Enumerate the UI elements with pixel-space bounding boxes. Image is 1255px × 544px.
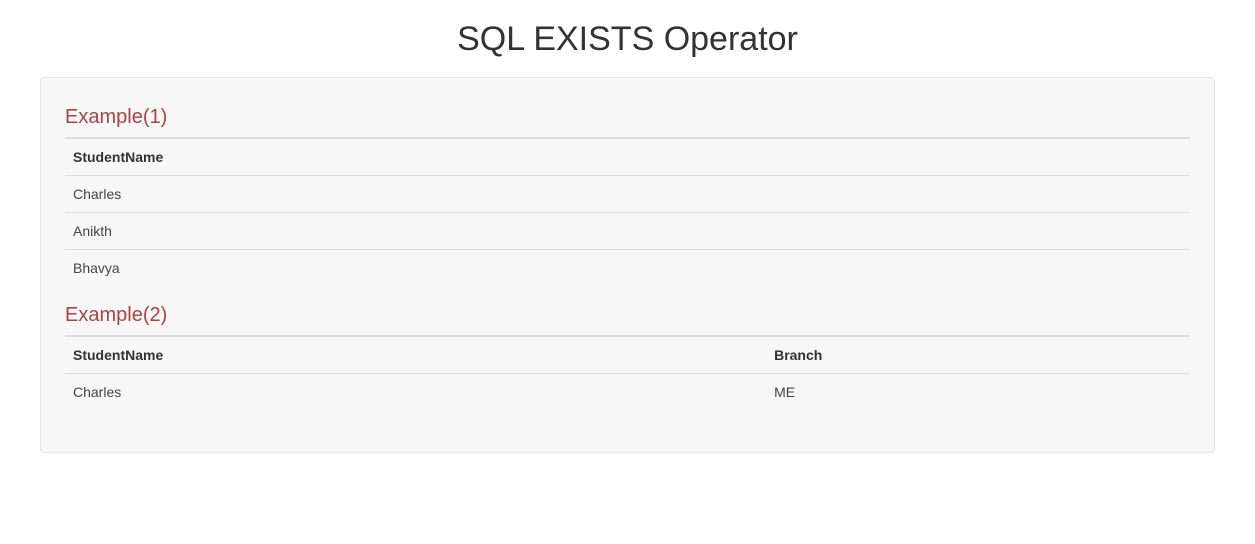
table-cell: Charles	[65, 176, 1190, 213]
table-row: Charles	[65, 176, 1190, 213]
table-row: Charles ME	[65, 374, 1190, 411]
table-header-cell: StudentName	[65, 336, 766, 374]
table-row: Anikth	[65, 213, 1190, 250]
table-cell: Bhavya	[65, 250, 1190, 287]
table-header-cell: StudentName	[65, 138, 1190, 176]
example2-table: StudentName Branch Charles ME	[65, 335, 1190, 410]
example2-heading: Example(2)	[65, 304, 1190, 327]
example1-table: StudentName Charles Anikth Bhavya	[65, 137, 1190, 286]
table-header-row: StudentName Branch	[65, 336, 1190, 374]
table-cell: ME	[766, 374, 1190, 411]
table-cell: Anikth	[65, 213, 1190, 250]
table-row: Bhavya	[65, 250, 1190, 287]
table-header-cell: Branch	[766, 336, 1190, 374]
content-panel: Example(1) StudentName Charles Anikth Bh…	[40, 77, 1215, 453]
table-header-row: StudentName	[65, 138, 1190, 176]
page-title: SQL EXISTS Operator	[0, 20, 1255, 59]
example1-heading: Example(1)	[65, 106, 1190, 129]
table-cell: Charles	[65, 374, 766, 411]
